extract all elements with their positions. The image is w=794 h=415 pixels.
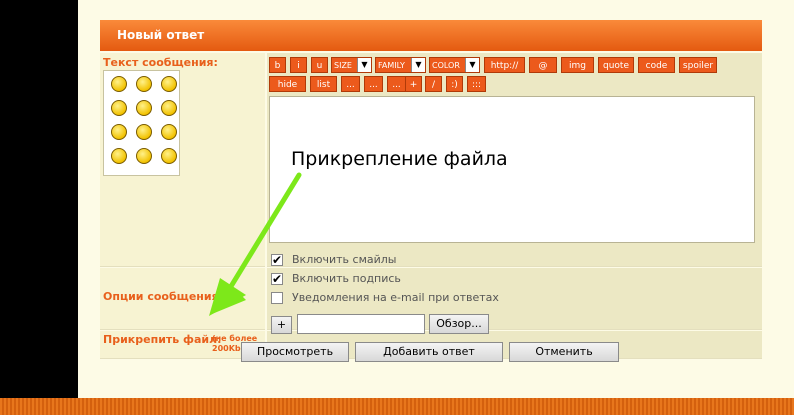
annotation-arrow: [209, 172, 302, 316]
footer-strip: [0, 398, 794, 415]
